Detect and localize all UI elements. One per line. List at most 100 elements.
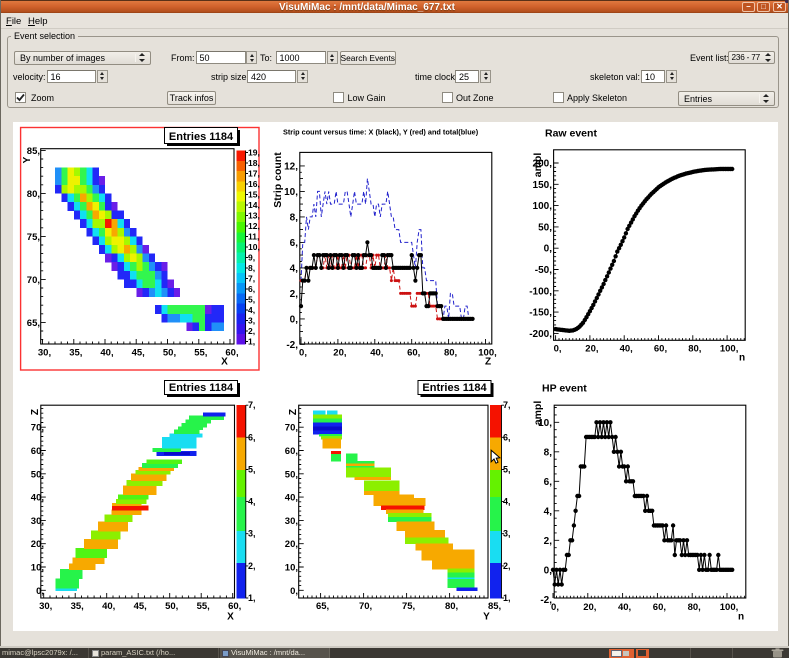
svg-text:20,: 20,	[585, 344, 598, 355]
svg-text:5,: 5,	[503, 465, 511, 475]
svg-text:2,: 2,	[290, 289, 299, 300]
svg-text:10,: 10,	[31, 563, 44, 574]
svg-text:35,: 35,	[71, 601, 84, 612]
svg-text:1,: 1,	[248, 593, 256, 603]
svg-text:Z: Z	[30, 409, 41, 415]
svg-text:10,: 10,	[248, 242, 260, 252]
svg-text:-2,: -2,	[540, 595, 552, 606]
svg-text:40,: 40,	[285, 493, 298, 504]
svg-text:75,: 75,	[402, 601, 415, 612]
svg-text:20,: 20,	[31, 539, 44, 550]
svg-text:20,: 20,	[333, 348, 346, 359]
svg-text:13,: 13,	[248, 211, 260, 221]
svg-text:40,: 40,	[370, 348, 383, 359]
svg-text:4,: 4,	[544, 506, 553, 517]
svg-text:40,: 40,	[100, 348, 113, 359]
svg-text:Strip count: Strip count	[272, 152, 284, 208]
svg-text:30,: 30,	[38, 348, 51, 359]
svg-text:70,: 70,	[359, 601, 372, 612]
svg-text:11,: 11,	[248, 232, 259, 242]
svg-text:ampl: ampl	[532, 153, 544, 178]
svg-text:50,: 50,	[165, 601, 178, 612]
svg-text:16,: 16,	[248, 179, 260, 189]
svg-text:45,: 45,	[134, 601, 147, 612]
svg-text:60,: 60,	[654, 344, 667, 355]
svg-text:-50,: -50,	[535, 265, 552, 276]
svg-text:0,: 0,	[290, 586, 298, 597]
svg-text:40,: 40,	[618, 602, 631, 613]
svg-text:30,: 30,	[285, 516, 298, 527]
svg-text:0,: 0,	[554, 344, 562, 355]
svg-text:80,: 80,	[27, 189, 40, 200]
svg-text:10,: 10,	[285, 563, 298, 574]
svg-text:14,: 14,	[248, 200, 260, 210]
svg-text:10,: 10,	[284, 187, 298, 198]
svg-text:4,: 4,	[290, 263, 299, 274]
svg-text:70,: 70,	[27, 275, 40, 286]
svg-text:1,: 1,	[248, 337, 255, 347]
svg-text:20,: 20,	[285, 539, 298, 550]
svg-text:17,: 17,	[248, 169, 260, 179]
svg-text:80,: 80,	[445, 601, 458, 612]
svg-text:9,: 9,	[248, 253, 255, 263]
svg-text:2,: 2,	[544, 536, 553, 547]
svg-text:0,: 0,	[36, 586, 44, 597]
svg-text:Entries 1184: Entries 1184	[422, 382, 487, 394]
svg-text:Entries 1184: Entries 1184	[169, 382, 234, 394]
svg-text:35,: 35,	[69, 348, 82, 359]
svg-text:15,: 15,	[248, 190, 260, 200]
svg-text:55,: 55,	[194, 348, 207, 359]
svg-text:50,: 50,	[163, 348, 176, 359]
svg-text:100,: 100,	[720, 344, 739, 355]
svg-text:5,: 5,	[248, 295, 255, 305]
svg-text:Y: Y	[22, 156, 33, 163]
svg-text:Raw event: Raw event	[545, 128, 597, 140]
svg-text:19,: 19,	[248, 148, 260, 158]
svg-text:85,: 85,	[27, 146, 40, 157]
svg-text:8,: 8,	[290, 212, 299, 223]
svg-text:12,: 12,	[284, 161, 298, 172]
svg-text:2,: 2,	[248, 326, 255, 336]
svg-text:80,: 80,	[688, 602, 701, 613]
svg-text:Z: Z	[288, 409, 299, 415]
svg-text:Entries 1184: Entries 1184	[169, 131, 234, 143]
svg-text:45,: 45,	[132, 348, 145, 359]
svg-text:Y: Y	[483, 612, 490, 623]
svg-text:6,: 6,	[248, 432, 256, 442]
svg-text:6,: 6,	[503, 432, 511, 442]
svg-text:0,: 0,	[290, 314, 299, 325]
svg-text:6,: 6,	[290, 238, 299, 249]
svg-text:8,: 8,	[544, 447, 553, 458]
svg-text:150,: 150,	[533, 180, 553, 191]
svg-text:60,: 60,	[653, 602, 666, 613]
svg-text:4,: 4,	[248, 497, 256, 507]
svg-text:40,: 40,	[31, 493, 44, 504]
svg-text:-150,: -150,	[529, 308, 552, 319]
svg-text:75,: 75,	[27, 232, 40, 243]
svg-text:0,: 0,	[551, 602, 559, 613]
svg-text:65,: 65,	[316, 601, 329, 612]
svg-text:12,: 12,	[248, 221, 260, 231]
svg-text:18,: 18,	[248, 158, 260, 168]
svg-text:-200,: -200,	[529, 329, 552, 340]
svg-text:65,: 65,	[27, 318, 40, 329]
svg-text:40,: 40,	[102, 601, 115, 612]
svg-text:100,: 100,	[533, 201, 553, 212]
svg-text:30,: 30,	[31, 516, 44, 527]
svg-text:1,: 1,	[503, 593, 511, 603]
svg-text:n: n	[739, 353, 745, 364]
svg-text:7,: 7,	[248, 274, 255, 284]
svg-text:70,: 70,	[285, 423, 298, 434]
svg-text:Strip count versus time: X (bl: Strip count versus time: X (black), Y (r…	[283, 128, 479, 137]
svg-text:40,: 40,	[620, 344, 633, 355]
svg-text:8,: 8,	[248, 263, 255, 273]
svg-text:4,: 4,	[503, 497, 511, 507]
svg-text:3,: 3,	[248, 529, 256, 539]
svg-text:100,: 100,	[720, 602, 739, 613]
svg-text:3,: 3,	[248, 316, 255, 326]
svg-text:0,: 0,	[299, 348, 307, 359]
svg-text:6,: 6,	[248, 284, 255, 294]
svg-text:60,: 60,	[407, 348, 420, 359]
svg-text:50,: 50,	[538, 222, 552, 233]
svg-text:HP event: HP event	[542, 383, 587, 395]
